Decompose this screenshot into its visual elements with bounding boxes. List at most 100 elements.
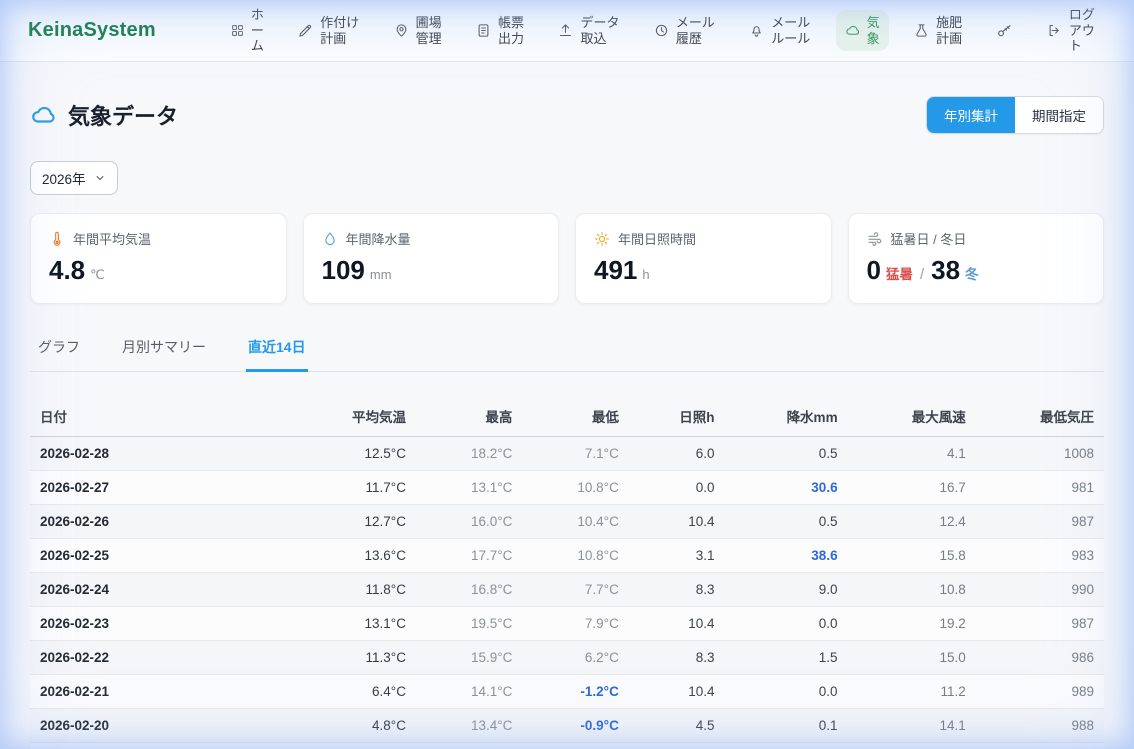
summary-mode-toggle: 年別集計期間指定: [926, 96, 1104, 134]
pencil-icon: [298, 23, 313, 38]
chevron-down-icon: [94, 172, 106, 184]
min-cell: 10.8°C: [522, 539, 628, 573]
min-cell: 7.1°C: [522, 437, 628, 471]
stat-card-label-text: 年間日照時間: [618, 229, 696, 248]
stat-card-label: 年間降水量: [322, 229, 541, 248]
table-row: 2026-02-2711.7°C13.1°C10.8°C0.030.616.79…: [30, 471, 1104, 505]
date-cell: 2026-02-26: [30, 505, 288, 539]
toggle-button-0[interactable]: 年別集計: [927, 97, 1015, 133]
nav-item-key[interactable]: [987, 18, 1021, 44]
rain-cell: 0.1: [725, 709, 848, 743]
rain-cell: 0.5: [725, 437, 848, 471]
sun-cell: 10.4: [629, 505, 725, 539]
table-row: 2026-02-2612.7°C16.0°C10.4°C10.40.512.49…: [30, 505, 1104, 539]
rain-cell: 0.0: [725, 743, 848, 749]
brand-logo[interactable]: KeinaSystem: [28, 19, 156, 42]
pressure-cell: 986: [976, 641, 1104, 675]
nav-item-data-import[interactable]: データ 取込: [549, 10, 628, 51]
logout-icon: [1047, 23, 1062, 38]
nav-item-logout[interactable]: ログ アウ ト: [1038, 2, 1104, 59]
history-icon: [654, 23, 669, 38]
min-cell: 7.9°C: [522, 607, 628, 641]
table-row: 2026-02-2313.1°C19.5°C7.9°C10.40.019.298…: [30, 607, 1104, 641]
table-row: 2026-02-193.9°C11.6°C-2.9°C10.30.014.599…: [30, 743, 1104, 749]
nav-item-planting-plan[interactable]: 作付け 計画: [289, 10, 368, 51]
stat-card-annual-sunshine: 年間日照時間 491h: [575, 213, 832, 304]
main-nav: ホ ー ム作付け 計画圃場 管理帳票 出力データ 取込メール 履歴 メール ルール…: [222, 2, 1104, 59]
avg-cell: 13.1°C: [288, 607, 416, 641]
wind-cell: 14.1: [848, 709, 976, 743]
top-nav: KeinaSystem ホ ー ム作付け 計画圃場 管理帳票 出力データ 取込メ…: [0, 0, 1134, 62]
column-header: 降水mm: [725, 396, 848, 437]
max-cell: 13.4°C: [416, 709, 522, 743]
nav-item-mail-rules[interactable]: メール ルール: [740, 10, 819, 51]
thermometer-icon: [49, 231, 65, 247]
wind-cell: 19.2: [848, 607, 976, 641]
wind-cell: 16.7: [848, 471, 976, 505]
stat-card-value: 491h: [594, 255, 813, 286]
date-cell: 2026-02-19: [30, 743, 288, 749]
map-pin-icon: [394, 23, 409, 38]
sun-cell: 6.0: [629, 437, 725, 471]
min-cell: 10.8°C: [522, 471, 628, 505]
nav-item-field-management[interactable]: 圃場 管理: [385, 10, 451, 51]
wind-cell: 4.1: [848, 437, 976, 471]
column-header: 最高: [416, 396, 522, 437]
wind-cell: 15.0: [848, 641, 976, 675]
nav-item-label: 施肥 計画: [936, 15, 962, 46]
date-cell: 2026-02-23: [30, 607, 288, 641]
date-cell: 2026-02-20: [30, 709, 288, 743]
nav-item-label: メール ルール: [771, 15, 810, 46]
stat-value-part: 4.8: [49, 255, 85, 286]
max-cell: 17.7°C: [416, 539, 522, 573]
pressure-cell: 988: [976, 709, 1104, 743]
avg-cell: 11.8°C: [288, 573, 416, 607]
page-title-text: 気象データ: [68, 99, 178, 131]
table-row: 2026-02-2812.5°C18.2°C7.1°C6.00.54.11008: [30, 437, 1104, 471]
table-row: 2026-02-2513.6°C17.7°C10.8°C3.138.615.89…: [30, 539, 1104, 573]
max-cell: 16.8°C: [416, 573, 522, 607]
stat-card-value: 0猛暑/38冬: [867, 255, 1086, 286]
stat-card-label-text: 年間降水量: [346, 229, 411, 248]
tab-graph[interactable]: グラフ: [36, 331, 82, 372]
pressure-cell: 1008: [976, 437, 1104, 471]
rain-cell: 0.0: [725, 607, 848, 641]
stat-value-part: 冬: [965, 263, 979, 283]
table-row: 2026-02-204.8°C13.4°C-0.9°C4.50.114.1988: [30, 709, 1104, 743]
pressure-cell: 983: [976, 539, 1104, 573]
rain-cell: 0.5: [725, 505, 848, 539]
nav-item-home[interactable]: ホ ー ム: [222, 2, 273, 59]
pressure-cell: 981: [976, 471, 1104, 505]
wind-cell: 10.8: [848, 573, 976, 607]
nav-item-mail-history[interactable]: メール 履歴: [645, 10, 724, 51]
max-cell: 11.6°C: [416, 743, 522, 749]
year-select[interactable]: 2026年: [30, 161, 118, 195]
wind-cell: 14.5: [848, 743, 976, 749]
sun-cell: 8.3: [629, 573, 725, 607]
nav-item-weather[interactable]: 気 象: [836, 10, 889, 51]
wind-cell: 11.2: [848, 675, 976, 709]
stat-value-part: 猛暑: [886, 263, 913, 283]
nav-item-report-output[interactable]: 帳票 出力: [467, 10, 533, 51]
date-cell: 2026-02-24: [30, 573, 288, 607]
stat-card-value: 109mm: [322, 255, 541, 286]
toggle-button-1[interactable]: 期間指定: [1015, 97, 1103, 133]
document-icon: [476, 23, 491, 38]
sun-cell: 0.0: [629, 471, 725, 505]
max-cell: 19.5°C: [416, 607, 522, 641]
sun-icon: [594, 231, 610, 247]
min-cell: 7.7°C: [522, 573, 628, 607]
sun-cell: 8.3: [629, 641, 725, 675]
bell-icon: [749, 23, 764, 38]
main-content: 気象データ 年別集計期間指定 2026年 年間平均気温4.8℃年間降水量109m…: [0, 62, 1134, 749]
sun-cell: 3.1: [629, 539, 725, 573]
tab-recent14[interactable]: 直近14日: [246, 331, 308, 372]
tab-monthly[interactable]: 月別サマリー: [120, 331, 208, 372]
upload-icon: [558, 23, 573, 38]
nav-item-fertilizer-plan[interactable]: 施肥 計画: [905, 10, 971, 51]
date-cell: 2026-02-22: [30, 641, 288, 675]
stat-card-label: 年間日照時間: [594, 229, 813, 248]
min-cell: -2.9°C: [522, 743, 628, 749]
rain-cell: 30.6: [725, 471, 848, 505]
max-cell: 16.0°C: [416, 505, 522, 539]
